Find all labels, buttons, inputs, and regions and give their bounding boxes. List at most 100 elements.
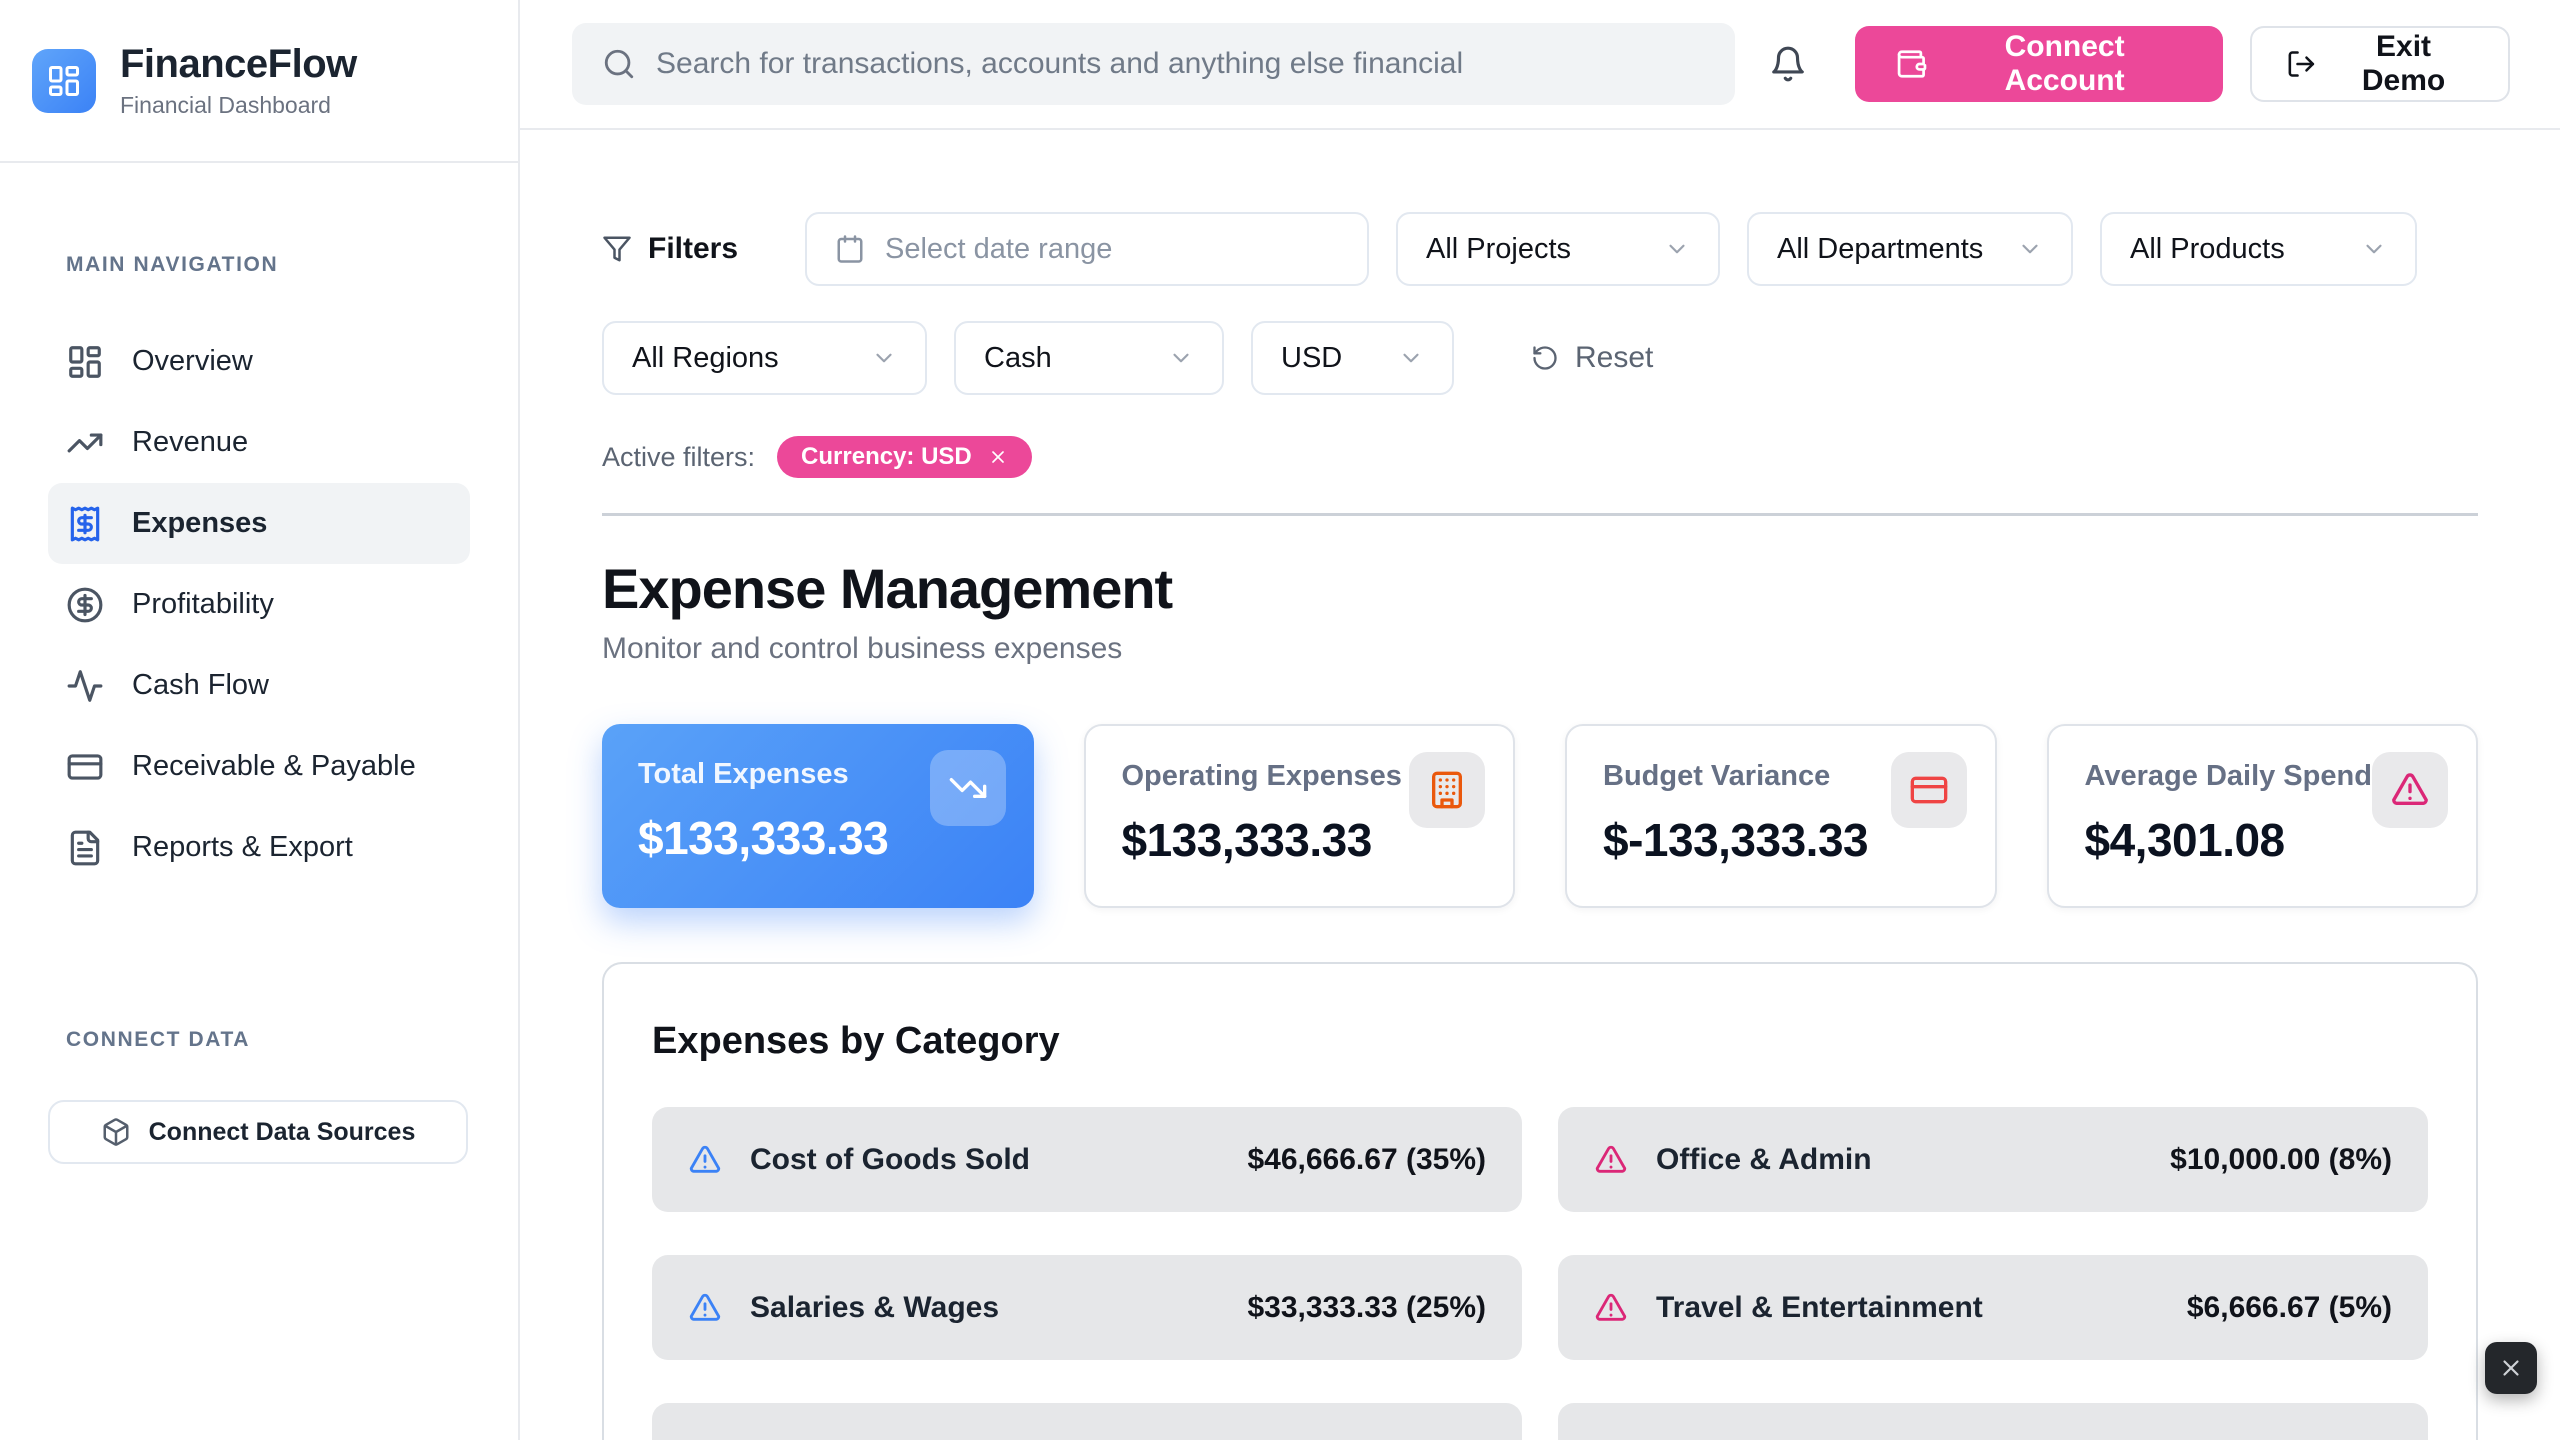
app-root: FinanceFlow Financial Dashboard MAIN NAV… <box>0 0 2560 1440</box>
departments-select[interactable]: All Departments <box>1747 212 2073 286</box>
filters-title: Filters <box>602 232 778 266</box>
category-name: Office & Admin <box>1656 1143 2142 1177</box>
category-row[interactable]: Professional Services $3,333.33 (3%) <box>1558 1403 2428 1440</box>
currency-select[interactable]: USD <box>1251 321 1454 395</box>
sidebar-item-overview[interactable]: Overview <box>48 321 470 402</box>
stat-icon-tile <box>1891 752 1967 828</box>
stat-card-total-expenses[interactable]: Total Expenses $133,333.33 <box>602 724 1034 908</box>
brand-text: FinanceFlow Financial Dashboard <box>120 42 357 119</box>
category-name: Travel & Entertainment <box>1656 1291 2159 1325</box>
sidebar-item-reports-export[interactable]: Reports & Export <box>48 807 470 888</box>
notifications-button[interactable] <box>1769 45 1807 83</box>
chevron-down-icon <box>2017 236 2043 262</box>
bell-icon <box>1769 45 1807 83</box>
category-name: Cost of Goods Sold <box>750 1143 1219 1177</box>
filter-icon <box>602 234 632 264</box>
sidebar-item-cash-flow[interactable]: Cash Flow <box>48 645 470 726</box>
connect-data-sources-button[interactable]: Connect Data Sources <box>48 1100 468 1164</box>
active-filter-chip-currency[interactable]: Currency: USD <box>777 436 1032 478</box>
category-row[interactable]: Cost of Goods Sold $46,666.67 (35%) <box>652 1107 1522 1212</box>
category-row[interactable]: Salaries & Wages $33,333.33 (25%) <box>652 1255 1522 1360</box>
search-icon <box>602 47 636 81</box>
alert-triangle-icon <box>1594 1291 1628 1325</box>
main-navigation: Overview Revenue Expenses Profitability … <box>48 321 470 888</box>
sidebar-item-label: Overview <box>132 345 253 378</box>
projects-select-value: All Projects <box>1426 233 1571 266</box>
building-icon <box>1427 770 1467 810</box>
exit-demo-button[interactable]: Exit Demo <box>2250 26 2510 102</box>
reset-filters-button[interactable]: Reset <box>1531 341 1653 375</box>
search-bar[interactable] <box>572 23 1735 105</box>
regions-select[interactable]: All Regions <box>602 321 927 395</box>
connect-section-label: CONNECT DATA <box>66 1028 470 1052</box>
active-filter-chip-label: Currency: USD <box>801 443 972 471</box>
wallet-icon <box>1895 47 1928 81</box>
category-row[interactable]: Travel & Entertainment $6,666.67 (5%) <box>1558 1255 2428 1360</box>
date-range-placeholder: Select date range <box>885 233 1112 266</box>
expenses-by-category-title: Expenses by Category <box>652 1020 2428 1063</box>
sidebar-item-revenue[interactable]: Revenue <box>48 402 470 483</box>
category-name: Salaries & Wages <box>750 1291 1219 1325</box>
sidebar-item-label: Expenses <box>132 507 267 540</box>
close-overlay-button[interactable] <box>2485 1342 2537 1394</box>
alert-triangle-icon <box>688 1291 722 1325</box>
category-value: $6,666.67 (5%) <box>2187 1291 2392 1325</box>
close-icon[interactable] <box>988 447 1008 467</box>
calendar-icon <box>835 234 865 264</box>
reset-label: Reset <box>1575 341 1653 375</box>
search-input[interactable] <box>656 47 1705 81</box>
sidebar-item-label: Reports & Export <box>132 831 353 864</box>
stat-cards: Total Expenses $133,333.33 Operating Exp… <box>602 724 2478 908</box>
alert-triangle-icon <box>688 1143 722 1177</box>
products-select-value: All Products <box>2130 233 2285 266</box>
content: Filters Select date range All Projects A… <box>520 130 2560 1440</box>
stat-card-budget-variance[interactable]: Budget Variance $-133,333.33 <box>1565 724 1997 908</box>
stat-card-average-daily-spend[interactable]: Average Daily Spend $4,301.08 <box>2047 724 2479 908</box>
category-value: $10,000.00 (8%) <box>2170 1143 2392 1177</box>
sidebar-item-label: Revenue <box>132 426 248 459</box>
active-filters-row: Active filters: Currency: USD <box>602 436 2478 478</box>
sidebar-item-label: Profitability <box>132 588 274 621</box>
alert-triangle-icon <box>1594 1143 1628 1177</box>
close-icon <box>2498 1355 2524 1381</box>
app-title: FinanceFlow <box>120 42 357 87</box>
dashboard-icon <box>66 343 104 381</box>
projects-select[interactable]: All Projects <box>1396 212 1720 286</box>
trending-down-icon <box>948 768 988 808</box>
category-value: $46,666.67 (35%) <box>1247 1143 1486 1177</box>
sidebar-body: MAIN NAVIGATION Overview Revenue Expense… <box>0 163 518 1440</box>
category-row[interactable]: Marketing $20,000.00 (15%) <box>652 1403 1522 1440</box>
products-select[interactable]: All Products <box>2100 212 2417 286</box>
chevron-down-icon <box>871 345 897 371</box>
sidebar-item-profitability[interactable]: Profitability <box>48 564 470 645</box>
chevron-down-icon <box>1664 236 1690 262</box>
credit-card-icon <box>1909 770 1949 810</box>
sidebar-item-label: Cash Flow <box>132 669 269 702</box>
category-list: Cost of Goods Sold $46,666.67 (35%) Offi… <box>652 1107 2428 1440</box>
sidebar-item-receivable-payable[interactable]: Receivable & Payable <box>48 726 470 807</box>
page-subtitle: Monitor and control business expenses <box>602 632 2478 666</box>
stat-card-operating-expenses[interactable]: Operating Expenses $133,333.33 <box>1084 724 1516 908</box>
connect-data-sources-label: Connect Data Sources <box>149 1118 416 1147</box>
category-value: $33,333.33 (25%) <box>1247 1291 1486 1325</box>
sidebar-item-expenses[interactable]: Expenses <box>48 483 470 564</box>
exit-demo-label: Exit Demo <box>2333 30 2474 98</box>
stat-icon-tile <box>930 750 1006 826</box>
chevron-down-icon <box>1398 345 1424 371</box>
stat-icon-tile <box>2372 752 2448 828</box>
category-row[interactable]: Office & Admin $10,000.00 (8%) <box>1558 1107 2428 1212</box>
date-range-input[interactable]: Select date range <box>805 212 1369 286</box>
connect-account-button[interactable]: Connect Account <box>1855 26 2223 102</box>
receipt-icon <box>66 505 104 543</box>
alert-triangle-icon <box>2390 770 2430 810</box>
payment-method-select-value: Cash <box>984 342 1052 375</box>
payment-method-select[interactable]: Cash <box>954 321 1224 395</box>
topbar: Connect Account Exit Demo <box>520 0 2560 130</box>
connect-account-label: Connect Account <box>1946 30 2184 98</box>
rotate-ccw-icon <box>1531 344 1559 372</box>
stat-icon-tile <box>1409 752 1485 828</box>
filters-row-1: Filters Select date range All Projects A… <box>602 212 2478 286</box>
filters-row-2: All Regions Cash USD Reset <box>602 321 2478 395</box>
section-divider <box>602 513 2478 516</box>
page-title: Expense Management <box>602 558 2478 620</box>
